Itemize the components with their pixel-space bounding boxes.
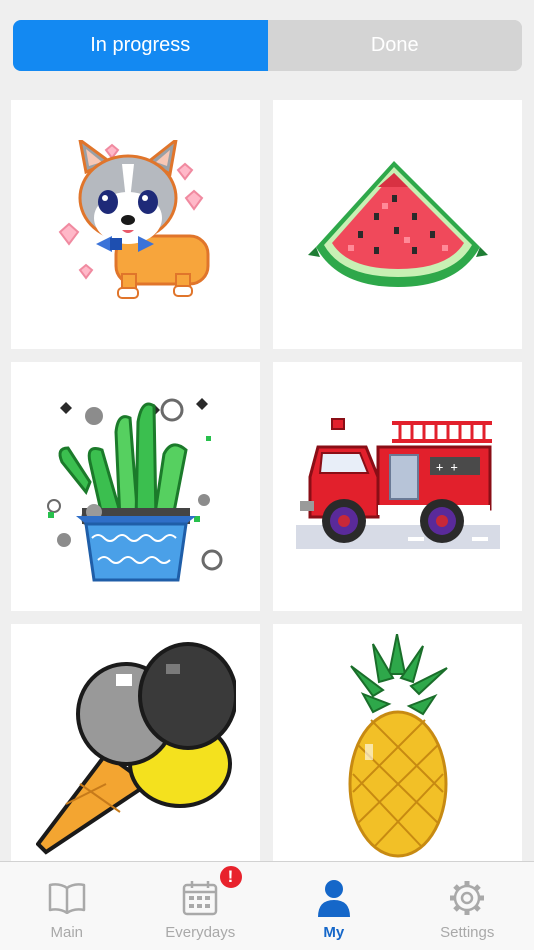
tab-my[interactable]: My xyxy=(267,862,401,950)
corgi-artwork-card[interactable] xyxy=(11,100,260,349)
icecream-artwork-card[interactable] xyxy=(11,624,260,861)
fire-truck-pixel-art-icon: + + xyxy=(295,417,500,549)
tab-main-label: Main xyxy=(50,924,83,941)
pineapple-artwork-card[interactable] xyxy=(273,624,522,861)
tab-my-label: My xyxy=(323,924,345,941)
artwork-grid: + + xyxy=(11,100,523,861)
corgi-pixel-art-icon xyxy=(58,139,209,299)
watermelon-artwork-card[interactable] xyxy=(273,100,522,349)
segment-done[interactable]: Done xyxy=(267,20,522,71)
watermelon-pixel-art-icon xyxy=(307,160,488,287)
firetruck-artwork-card[interactable]: + + xyxy=(273,362,522,611)
cactus-artwork-card[interactable] xyxy=(11,362,260,611)
person-icon xyxy=(317,878,351,918)
gear-icon xyxy=(449,878,485,918)
everydays-badge: ! xyxy=(217,864,244,890)
segment-in-progress[interactable]: In progress xyxy=(13,20,268,71)
calendar-icon xyxy=(182,878,218,918)
tab-everydays[interactable]: ! Everydays xyxy=(134,862,268,950)
ice-cream-pixel-art-icon xyxy=(35,641,236,855)
tab-main[interactable]: Main xyxy=(0,862,134,950)
svg-text:+ +: + + xyxy=(436,460,458,474)
tab-everydays-label: Everydays xyxy=(165,924,236,941)
tab-settings-label: Settings xyxy=(440,924,495,941)
status-segmented-control: In progress Done xyxy=(13,20,522,71)
book-icon xyxy=(48,878,86,918)
pineapple-pixel-art-icon xyxy=(348,633,448,857)
cactus-pot-pixel-art-icon xyxy=(46,397,222,581)
bottom-tab-bar: Main ! Everydays My Settings xyxy=(0,861,534,950)
tab-settings[interactable]: Settings xyxy=(401,862,534,950)
